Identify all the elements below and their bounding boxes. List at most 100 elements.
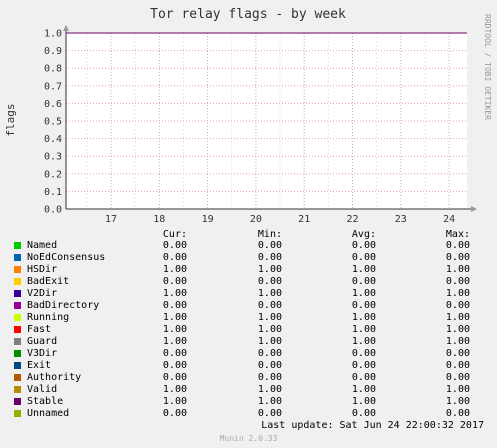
legend-row-badexit: BadExit 0.00 0.00 0.00 0.00: [0, 276, 497, 288]
legend: Cur: Min: Avg: Max: Named 0.00 0.00 0.00 0.0…: [0, 0, 497, 448]
legend-value-cur: 0.00: [162, 240, 187, 251]
legend-value-min: 0.00: [257, 408, 282, 419]
legend-swatch: [14, 254, 21, 261]
legend-value-cur: 1.00: [162, 264, 187, 275]
legend-value-cur: 0.00: [162, 408, 187, 419]
legend-value-min: 1.00: [257, 312, 282, 323]
legend-value-min: 1.00: [257, 384, 282, 395]
legend-row-unnamed: Unnamed 0.00 0.00 0.00 0.00: [0, 408, 497, 420]
legend-value-avg: 0.00: [351, 252, 376, 263]
last-update: Last update: Sat Jun 24 22:00:32 2017: [261, 420, 484, 431]
legend-value-cur: 0.00: [162, 300, 187, 311]
legend-value-cur: 1.00: [162, 288, 187, 299]
legend-value-min: 0.00: [257, 252, 282, 263]
legend-row-authority: Authority 0.00 0.00 0.00 0.00: [0, 372, 497, 384]
legend-value-min: 0.00: [257, 300, 282, 311]
legend-swatch: [14, 374, 21, 381]
legend-value-cur: 1.00: [162, 396, 187, 407]
legend-series-name: Guard: [27, 336, 58, 347]
legend-swatch: [14, 290, 21, 297]
legend-row-stable: Stable 1.00 1.00 1.00 1.00: [0, 396, 497, 408]
legend-row-hsdir: HSDir 1.00 1.00 1.00 1.00: [0, 264, 497, 276]
legend-value-max: 0.00: [445, 408, 470, 419]
legend-series-name: V3Dir: [27, 348, 58, 359]
legend-value-cur: 0.00: [162, 360, 187, 371]
legend-value-max: 0.00: [445, 252, 470, 263]
legend-value-avg: 1.00: [351, 288, 376, 299]
legend-value-avg: 0.00: [351, 372, 376, 383]
legend-value-avg: 0.00: [351, 240, 376, 251]
legend-series-name: Unnamed: [27, 408, 70, 419]
legend-value-min: 1.00: [257, 336, 282, 347]
legend-value-max: 0.00: [445, 360, 470, 371]
legend-value-min: 1.00: [257, 288, 282, 299]
legend-swatch: [14, 350, 21, 357]
legend-series-name: Fast: [27, 324, 52, 335]
legend-value-cur: 1.00: [162, 384, 187, 395]
legend-series-name: Authority: [27, 372, 82, 383]
legend-series-name: BadExit: [27, 276, 70, 287]
legend-swatch: [14, 242, 21, 249]
legend-series-name: BadDirectory: [27, 300, 100, 311]
legend-value-cur: 1.00: [162, 336, 187, 347]
legend-series-name: Running: [27, 312, 70, 323]
legend-value-max: 1.00: [445, 324, 470, 335]
legend-row-baddirectory: BadDirectory 0.00 0.00 0.00 0.00: [0, 300, 497, 312]
legend-value-max: 1.00: [445, 396, 470, 407]
munin-version: Munin 2.0.33: [219, 434, 278, 443]
legend-row-guard: Guard 1.00 1.00 1.00 1.00: [0, 336, 497, 348]
legend-swatch: [14, 362, 21, 369]
legend-value-avg: 0.00: [351, 360, 376, 371]
legend-value-min: 1.00: [257, 396, 282, 407]
legend-value-min: 0.00: [257, 372, 282, 383]
legend-value-min: 1.00: [257, 264, 282, 275]
legend-row-valid: Valid 1.00 1.00 1.00 1.00: [0, 384, 497, 396]
legend-swatch: [14, 338, 21, 345]
legend-series-name: V2Dir: [27, 288, 58, 299]
legend-value-max: 0.00: [445, 372, 470, 383]
legend-row-v2dir: V2Dir 1.00 1.00 1.00 1.00: [0, 288, 497, 300]
legend-value-max: 0.00: [445, 276, 470, 287]
legend-series-name: Stable: [27, 396, 64, 407]
legend-swatch: [14, 266, 21, 273]
legend-value-cur: 1.00: [162, 312, 187, 323]
legend-value-max: 0.00: [445, 300, 470, 311]
legend-value-avg: 1.00: [351, 264, 376, 275]
legend-value-min: 0.00: [257, 348, 282, 359]
legend-value-min: 0.00: [257, 360, 282, 371]
legend-value-min: 1.00: [257, 324, 282, 335]
legend-series-name: HSDir: [27, 264, 58, 275]
legend-value-max: 1.00: [445, 336, 470, 347]
legend-swatch: [14, 326, 21, 333]
legend-value-cur: 0.00: [162, 348, 187, 359]
legend-value-min: 0.00: [257, 276, 282, 287]
legend-value-avg: 0.00: [351, 276, 376, 287]
legend-value-cur: 0.00: [162, 372, 187, 383]
legend-row-noedconsensus: NoEdConsensus 0.00 0.00 0.00 0.00: [0, 252, 497, 264]
legend-series-name: NoEdConsensus: [27, 252, 106, 263]
legend-swatch: [14, 314, 21, 321]
legend-value-max: 1.00: [445, 312, 470, 323]
legend-value-min: 0.00: [257, 240, 282, 251]
legend-row-exit: Exit 0.00 0.00 0.00 0.00: [0, 360, 497, 372]
legend-value-avg: 1.00: [351, 384, 376, 395]
legend-value-avg: 0.00: [351, 348, 376, 359]
legend-series-name: Named: [27, 240, 58, 251]
legend-row-v3dir: V3Dir 0.00 0.00 0.00 0.00: [0, 348, 497, 360]
legend-value-max: 0.00: [445, 348, 470, 359]
legend-value-avg: 1.00: [351, 336, 376, 347]
legend-value-cur: 1.00: [162, 324, 187, 335]
legend-value-max: 0.00: [445, 240, 470, 251]
legend-value-max: 1.00: [445, 264, 470, 275]
legend-value-avg: 0.00: [351, 300, 376, 311]
legend-value-avg: 0.00: [351, 408, 376, 419]
legend-value-avg: 1.00: [351, 324, 376, 335]
legend-swatch: [14, 302, 21, 309]
legend-value-cur: 0.00: [162, 276, 187, 287]
legend-value-avg: 1.00: [351, 312, 376, 323]
legend-row-running: Running 1.00 1.00 1.00 1.00: [0, 312, 497, 324]
legend-value-max: 1.00: [445, 288, 470, 299]
legend-swatch: [14, 278, 21, 285]
legend-row-named: Named 0.00 0.00 0.00 0.00: [0, 240, 497, 252]
legend-value-avg: 1.00: [351, 396, 376, 407]
